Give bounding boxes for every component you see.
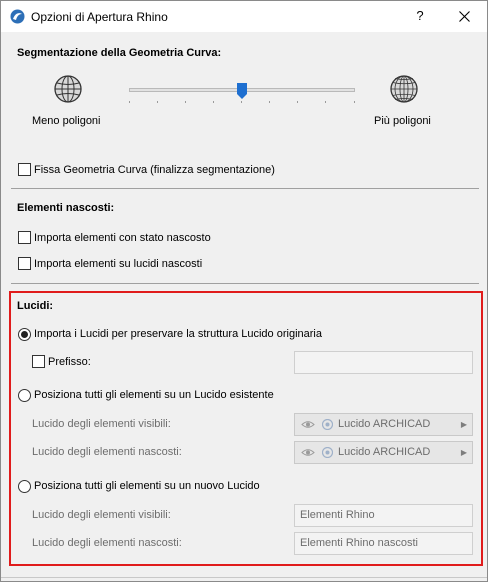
existing-visible-value: Lucido ARCHICAD xyxy=(338,418,431,430)
globe-coarse-icon xyxy=(54,75,82,103)
prefix-label: Prefisso: xyxy=(48,356,91,368)
existing-layer-radio[interactable] xyxy=(18,389,31,402)
new-layer-label: Posiziona tutti gli elementi su un nuovo… xyxy=(34,480,260,492)
existing-visible-dropdown[interactable]: Lucido ARCHICAD ▶ xyxy=(294,413,473,436)
import-hidden-state-label: Importa elementi con stato nascosto xyxy=(34,232,211,244)
eye-icon xyxy=(301,421,315,428)
rhino-app-icon xyxy=(10,9,25,24)
existing-hidden-value: Lucido ARCHICAD xyxy=(338,446,431,458)
import-hidden-layers-label: Importa elementi su lucidi nascosti xyxy=(34,258,203,270)
eye-icon xyxy=(301,449,315,456)
new-visible-input[interactable]: Elementi Rhino xyxy=(294,504,473,527)
import-layers-label: Importa i Lucidi per preservare la strut… xyxy=(34,328,322,340)
import-layers-radio[interactable] xyxy=(18,328,31,341)
segmentation-slider-ticks xyxy=(129,101,355,104)
import-hidden-layers-checkbox[interactable] xyxy=(18,257,31,270)
existing-hidden-label: Lucido degli elementi nascosti: xyxy=(32,446,182,458)
layer-icon xyxy=(322,447,333,458)
fix-geometry-checkbox[interactable] xyxy=(18,163,31,176)
segmentation-slider-thumb[interactable] xyxy=(237,83,247,99)
hidden-elements-heading: Elementi nascosti: xyxy=(17,202,115,214)
existing-hidden-dropdown[interactable]: Lucido ARCHICAD ▶ xyxy=(294,441,473,464)
less-polygons-label: Meno poligoni xyxy=(32,115,101,127)
import-hidden-state-checkbox[interactable] xyxy=(18,231,31,244)
help-button[interactable]: ? xyxy=(409,5,431,27)
new-visible-label: Lucido degli elementi visibili: xyxy=(32,509,171,521)
chevron-right-icon: ▶ xyxy=(460,448,467,457)
segmentation-heading: Segmentazione della Geometria Curva: xyxy=(17,47,222,59)
globe-fine-icon xyxy=(390,75,418,103)
dialog-title: Opzioni di Apertura Rhino xyxy=(31,10,168,24)
chevron-right-icon: ▶ xyxy=(460,420,467,429)
dialog-window: Opzioni di Apertura Rhino ? Segmentazion… xyxy=(0,0,488,582)
close-button[interactable] xyxy=(449,5,479,27)
existing-layer-label: Posiziona tutti gli elementi su un Lucid… xyxy=(34,389,274,401)
divider-2 xyxy=(11,283,479,284)
new-hidden-input[interactable]: Elementi Rhino nascosti xyxy=(294,532,473,555)
prefix-checkbox[interactable] xyxy=(32,355,45,368)
fix-geometry-label: Fissa Geometria Curva (finalizza segment… xyxy=(34,164,275,176)
divider-1 xyxy=(11,188,479,189)
new-hidden-label: Lucido degli elementi nascosti: xyxy=(32,537,182,549)
close-icon xyxy=(458,11,470,22)
title-bar: Opzioni di Apertura Rhino ? xyxy=(1,1,487,32)
new-layer-radio[interactable] xyxy=(18,480,31,493)
prefix-input[interactable] xyxy=(294,351,473,374)
more-polygons-label: Più poligoni xyxy=(374,115,431,127)
existing-visible-label: Lucido degli elementi visibili: xyxy=(32,418,171,430)
layer-icon xyxy=(322,419,333,430)
bottom-edge xyxy=(1,577,487,578)
layers-heading: Lucidi: xyxy=(17,300,54,312)
